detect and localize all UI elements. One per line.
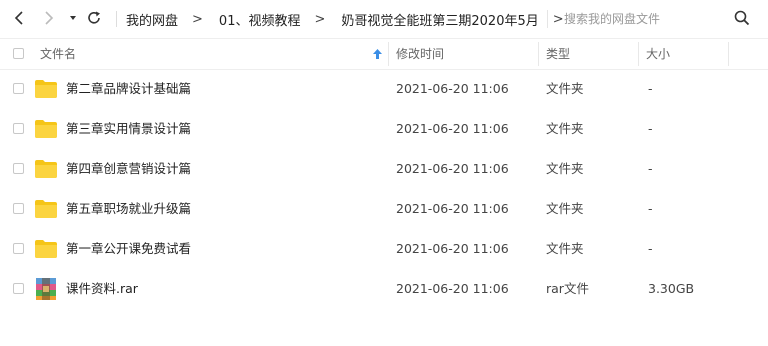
file-name[interactable]: 第五章职场就业升级篇 [66, 189, 191, 229]
search-box [556, 10, 756, 28]
file-type: 文件夹 [546, 161, 584, 176]
file-row[interactable]: 第四章创意营销设计篇 2021-06-20 11:06 文件夹 - [0, 149, 768, 189]
file-type: 文件夹 [546, 121, 584, 136]
file-name[interactable]: 第三章实用情景设计篇 [66, 109, 191, 149]
row-checkbox[interactable] [13, 243, 24, 254]
file-row[interactable]: 第一章公开课免费试看 2021-06-20 11:06 文件夹 - [0, 229, 768, 269]
file-size: - [648, 201, 653, 216]
file-type: 文件夹 [546, 241, 584, 256]
chevron-left-icon [14, 11, 23, 25]
row-checkbox[interactable] [13, 203, 24, 214]
file-type: 文件夹 [546, 81, 584, 96]
caret-down-icon [70, 16, 76, 20]
file-name[interactable]: 课件资料.rar [66, 269, 138, 309]
search-icon[interactable] [734, 10, 750, 26]
history-dropdown-button[interactable] [63, 8, 83, 28]
file-modified: 2021-06-20 11:06 [396, 281, 509, 296]
file-size: - [648, 81, 653, 96]
toolbar: 我的网盘 > 01、视频教程 > 奶哥视觉全能班第三期2020年5月 > [0, 0, 768, 38]
file-row[interactable]: 第二章品牌设计基础篇 2021-06-20 11:06 文件夹 - [0, 69, 768, 109]
column-header-type[interactable]: 类型 [546, 39, 570, 69]
column-header-name[interactable]: 文件名 [40, 39, 76, 69]
column-divider [388, 42, 389, 66]
file-size: - [648, 121, 653, 136]
row-checkbox[interactable] [13, 83, 24, 94]
sort-ascending-icon[interactable] [373, 49, 382, 59]
breadcrumb-item-root[interactable]: 我的网盘 [116, 10, 184, 29]
file-row[interactable]: 课件资料.rar 2021-06-20 11:06 rar文件 3.30GB [0, 269, 768, 309]
forward-button[interactable] [38, 8, 58, 28]
file-type: rar文件 [546, 281, 589, 296]
file-modified: 2021-06-20 11:06 [396, 201, 509, 216]
chevron-right-icon [45, 11, 54, 25]
folder-icon [35, 160, 57, 178]
breadcrumb-item-current[interactable]: 奶哥视觉全能班第三期2020年5月 [331, 10, 544, 29]
column-divider [638, 42, 639, 66]
search-divider [547, 10, 548, 28]
refresh-icon [88, 11, 100, 24]
column-divider [538, 42, 539, 66]
row-checkbox[interactable] [13, 283, 24, 294]
select-all-checkbox[interactable] [13, 48, 24, 59]
row-checkbox[interactable] [13, 163, 24, 174]
file-name[interactable]: 第四章创意营销设计篇 [66, 149, 191, 189]
file-modified: 2021-06-20 11:06 [396, 121, 509, 136]
search-input[interactable] [564, 10, 724, 28]
column-divider [728, 42, 729, 66]
file-modified: 2021-06-20 11:06 [396, 81, 509, 96]
file-name[interactable]: 第一章公开课免费试看 [66, 229, 191, 269]
folder-icon [35, 240, 57, 258]
file-row[interactable]: 第三章实用情景设计篇 2021-06-20 11:06 文件夹 - [0, 109, 768, 149]
file-size: - [648, 161, 653, 176]
breadcrumb-item-videos[interactable]: 01、视频教程 [209, 10, 307, 29]
folder-icon [35, 80, 57, 98]
file-modified: 2021-06-20 11:06 [396, 161, 509, 176]
file-modified: 2021-06-20 11:06 [396, 241, 509, 256]
column-header-size[interactable]: 大小 [646, 39, 670, 69]
column-header-modified[interactable]: 修改时间 [396, 39, 444, 69]
file-type: 文件夹 [546, 201, 584, 216]
row-checkbox[interactable] [13, 123, 24, 134]
breadcrumb-separator: > [192, 11, 203, 27]
refresh-button[interactable] [84, 8, 104, 28]
folder-icon [35, 200, 57, 218]
folder-icon [35, 120, 57, 138]
file-size: 3.30GB [648, 281, 695, 296]
back-button[interactable] [10, 8, 30, 28]
file-name[interactable]: 第二章品牌设计基础篇 [66, 69, 191, 109]
file-list-header: 文件名 修改时间 类型 大小 [0, 38, 768, 70]
breadcrumb-separator: > [314, 11, 326, 27]
breadcrumb: 我的网盘 > 01、视频教程 > 奶哥视觉全能班第三期2020年5月 > [116, 0, 570, 38]
file-row[interactable]: 第五章职场就业升级篇 2021-06-20 11:06 文件夹 - [0, 189, 768, 229]
file-size: - [648, 241, 653, 256]
rar-archive-icon [36, 278, 56, 300]
